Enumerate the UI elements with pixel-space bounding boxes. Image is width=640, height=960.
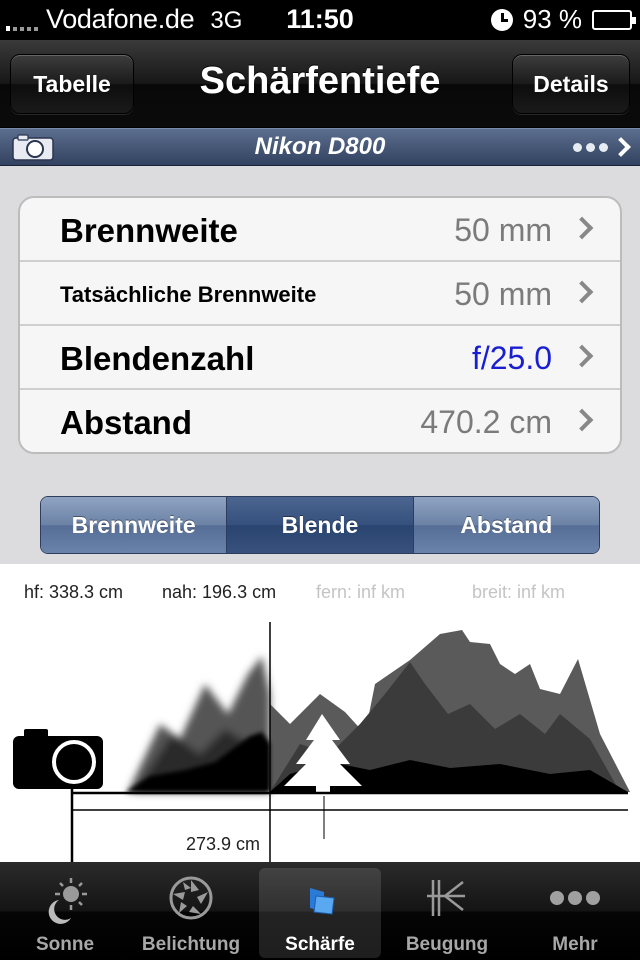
focus-distance-label: 273.9 cm	[186, 834, 261, 854]
camera-more-icon[interactable]	[573, 133, 631, 161]
chevron-right-icon	[570, 344, 594, 368]
tab-belichtung[interactable]: Belichtung	[130, 868, 252, 958]
settings-table: Brennweite 50 mm Tatsächliche Brennweite…	[18, 196, 622, 454]
row-label: Brennweite	[60, 212, 238, 249]
camera-icon	[13, 729, 103, 789]
battery-percent: 93 %	[522, 4, 582, 34]
details-button[interactable]: Details	[512, 54, 630, 114]
segment-distance[interactable]: Abstand	[413, 497, 599, 553]
row-value: 50 mm	[454, 212, 552, 248]
segment-focal-length[interactable]: Brennweite	[41, 497, 228, 553]
row-value: f/25.0	[471, 340, 552, 376]
tab-sonne[interactable]: Sonne	[4, 868, 126, 958]
tab-label: Mehr	[552, 934, 598, 955]
settings-panel: Brennweite 50 mm Tatsächliche Brennweite…	[0, 166, 640, 564]
segment-aperture[interactable]: Blende	[227, 497, 414, 553]
alarm-clock-icon	[490, 8, 513, 31]
row-value: 50 mm	[454, 276, 552, 312]
tab-schaerfe[interactable]: Schärfe	[259, 868, 381, 958]
chevron-right-icon	[570, 280, 594, 304]
row-actual-focal-length[interactable]: Tatsächliche Brennweite 50 mm	[20, 262, 620, 326]
status-right: 93 %	[490, 4, 636, 35]
row-label: Tatsächliche Brennweite	[60, 282, 317, 307]
focus-planes-icon	[310, 888, 335, 915]
mountain-scene	[70, 622, 630, 862]
parameter-segmented-control: Brennweite Blende Abstand	[40, 496, 600, 554]
tab-beugung[interactable]: Beugung	[386, 868, 508, 958]
camera-name: Nikon D800	[254, 133, 386, 160]
row-label: Blendenzahl	[60, 340, 255, 377]
camera-selector[interactable]: Nikon D800	[0, 128, 640, 166]
tab-bar: Sonne Belichtung Schärfe Beugung Mehr	[0, 862, 640, 960]
row-value: 470.2 cm	[420, 404, 552, 440]
status-bar: Vodafone.de 3G 11:50 93 %	[0, 0, 640, 40]
chevron-right-icon	[570, 216, 594, 240]
navigation-bar: Tabelle Schärfentiefe Details	[0, 40, 640, 128]
battery-icon	[592, 9, 636, 30]
more-dots-icon	[550, 891, 600, 905]
tab-mehr[interactable]: Mehr	[514, 868, 636, 958]
sun-moon-icon	[48, 878, 87, 924]
diffraction-icon	[427, 880, 465, 916]
row-aperture[interactable]: Blendenzahl f/25.0	[20, 326, 620, 390]
depth-of-field-diagram[interactable]: hf: 338.3 cm nah: 196.3 cm fern: inf km …	[0, 564, 640, 862]
row-focal-length[interactable]: Brennweite 50 mm	[20, 198, 620, 262]
aperture-icon	[169, 876, 213, 920]
chevron-right-icon	[570, 408, 594, 432]
row-distance[interactable]: Abstand 470.2 cm	[20, 390, 620, 452]
row-label: Abstand	[60, 404, 192, 441]
